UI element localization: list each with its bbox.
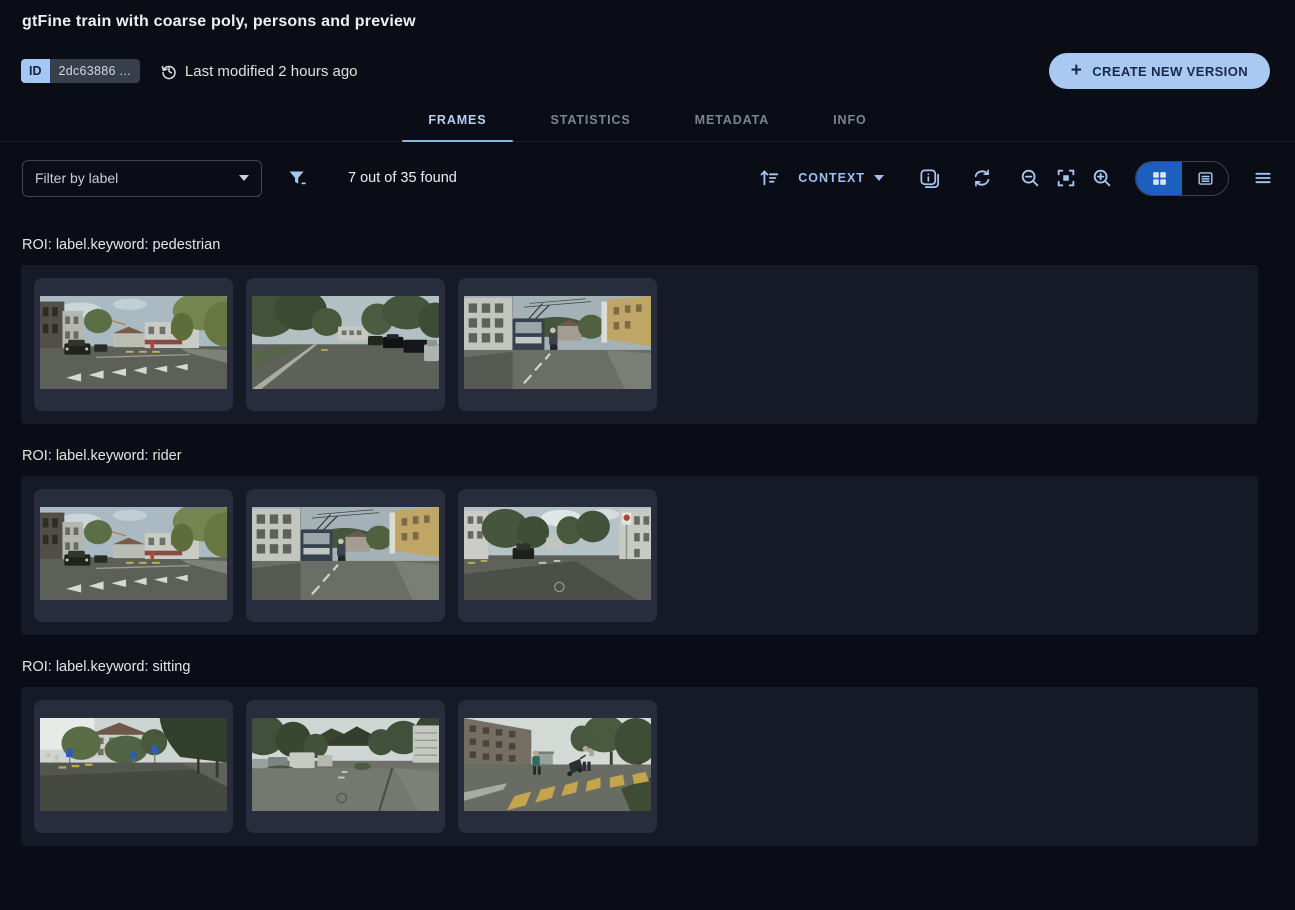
last-modified-text: Last modified 2 hours ago: [185, 63, 358, 80]
filter-by-label-select[interactable]: Filter by label: [22, 160, 262, 197]
section-title: ROI: label.keyword: pedestrian: [22, 237, 1273, 253]
context-label: CONTEXT: [798, 171, 865, 185]
frame-card[interactable]: [458, 278, 657, 411]
frames-panel: [21, 687, 1258, 846]
id-badge-label: ID: [21, 59, 50, 83]
fit-to-screen-icon[interactable]: [1055, 167, 1077, 189]
chevron-down-icon: [239, 175, 249, 181]
id-badge-value: 2dc63886 ...: [50, 59, 140, 83]
plus-icon: +: [1071, 61, 1083, 80]
history-icon: [160, 62, 178, 80]
page-title: gtFine train with coarse poly, persons a…: [22, 13, 416, 31]
roi-sections: ROI: label.keyword: pedestrian ROI: labe…: [0, 213, 1295, 848]
frames-panel: [21, 476, 1258, 635]
create-new-version-label: CREATE NEW VERSION: [1092, 64, 1248, 79]
frames-toolbar: Filter by label 7 out of 35 found CONTEX…: [0, 143, 1295, 213]
frame-thumbnail-tree-lined-street-car: [464, 507, 651, 600]
frame-thumbnail-trolleybus-street: [464, 296, 651, 389]
roi-section: ROI: label.keyword: pedestrian: [0, 237, 1295, 424]
zoom-out-icon[interactable]: [1019, 167, 1041, 189]
filter-select-placeholder: Filter by label: [35, 170, 231, 186]
context-dropdown[interactable]: CONTEXT: [798, 171, 884, 185]
grid-view-button[interactable]: [1136, 162, 1182, 195]
frames-panel: [21, 265, 1258, 424]
filter-funnel-icon[interactable]: [287, 168, 308, 189]
frame-card[interactable]: [458, 489, 657, 622]
section-title: ROI: label.keyword: sitting: [22, 659, 1273, 675]
zoom-in-icon[interactable]: [1091, 167, 1113, 189]
tab-bar: FRAMES STATISTICS METADATA INFO: [0, 98, 1295, 142]
frame-card[interactable]: [246, 278, 445, 411]
tab-statistics[interactable]: STATISTICS: [525, 98, 657, 141]
frame-card[interactable]: [246, 700, 445, 833]
refresh-icon[interactable]: [971, 167, 993, 189]
roi-section: ROI: label.keyword: sitting: [0, 659, 1295, 846]
frame-thumbnail-crosswalk-willow-street: [40, 507, 227, 600]
dataset-version-page: gtFine train with coarse poly, persons a…: [0, 0, 1295, 910]
frame-card[interactable]: [34, 700, 233, 833]
create-new-version-button[interactable]: + CREATE NEW VERSION: [1049, 53, 1270, 89]
last-modified: Last modified 2 hours ago: [160, 62, 358, 80]
view-mode-toggle: [1135, 161, 1229, 196]
dataset-id-badge[interactable]: ID 2dc63886 ...: [21, 59, 140, 83]
list-view-button[interactable]: [1182, 162, 1228, 195]
frame-thumbnail-open-road-parked-cars: [252, 296, 439, 389]
chevron-down-icon: [874, 175, 884, 181]
grid-view-icon: [1151, 170, 1168, 187]
tab-info[interactable]: INFO: [807, 98, 892, 141]
frame-thumbnail-yellow-crosswalk-pedestrians: [464, 718, 651, 811]
meta-row: ID 2dc63886 ... Last modified 2 hours ag…: [21, 59, 358, 83]
list-view-icon: [1196, 169, 1215, 188]
menu-icon[interactable]: [1253, 168, 1273, 188]
section-title: ROI: label.keyword: rider: [22, 448, 1273, 464]
roi-section: ROI: label.keyword: rider: [0, 448, 1295, 635]
result-count: 7 out of 35 found: [348, 170, 457, 186]
tab-frames[interactable]: FRAMES: [402, 98, 512, 141]
frame-thumbnail-trolleybus-street: [252, 507, 439, 600]
tab-metadata[interactable]: METADATA: [669, 98, 796, 141]
frame-card[interactable]: [34, 489, 233, 622]
toolbar-right: CONTEXT: [758, 161, 1273, 196]
frame-card[interactable]: [246, 489, 445, 622]
frame-thumbnail-valley-road: [252, 718, 439, 811]
frame-thumbnail-crosswalk-willow-street: [40, 296, 227, 389]
info-panel-icon[interactable]: [918, 167, 941, 190]
frame-card[interactable]: [34, 278, 233, 411]
frame-thumbnail-shaded-intersection: [40, 718, 227, 811]
frame-card[interactable]: [458, 700, 657, 833]
sort-ascending-icon[interactable]: [758, 167, 780, 189]
